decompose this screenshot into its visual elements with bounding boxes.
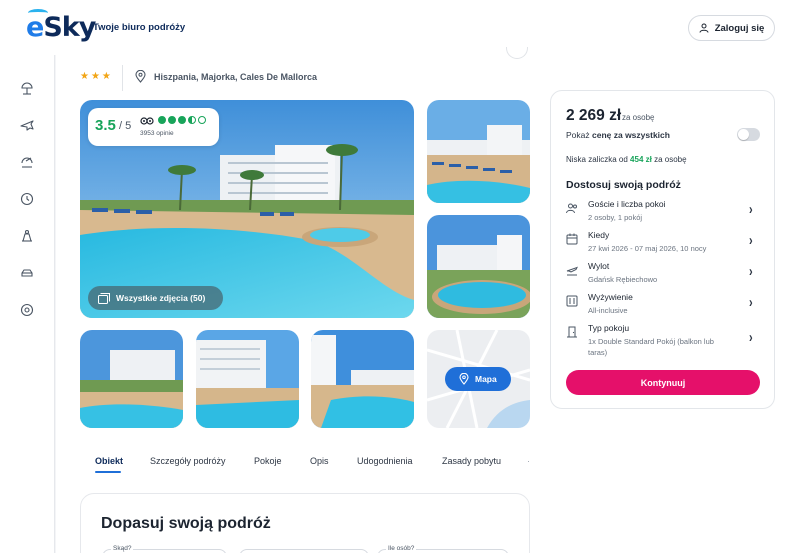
option-value: All-inclusive xyxy=(588,306,628,315)
option-value: 27 kwi 2026 - 07 maj 2026, 10 nocy xyxy=(588,244,707,253)
rating-scale: / 5 xyxy=(119,120,132,132)
rating-dots xyxy=(158,116,206,124)
option-value: Gdańsk Rębiechowo xyxy=(588,275,658,284)
map-pin-icon xyxy=(459,373,469,385)
logo-swoosh xyxy=(28,9,48,17)
people-field-label: Ile osób? xyxy=(386,545,417,552)
map-label: Mapa xyxy=(475,374,497,384)
divider xyxy=(122,65,123,91)
rating-dot-full xyxy=(168,116,176,124)
login-label: Zaloguj się xyxy=(714,22,765,34)
hotel-photo-3[interactable] xyxy=(427,215,530,318)
plane-icon[interactable] xyxy=(18,116,36,134)
rating-score: 3.5 xyxy=(95,117,116,134)
option-title: Wyżywienie xyxy=(588,292,633,302)
location-pin-icon xyxy=(135,70,146,83)
deposit-prefix: Niska zaliczka od xyxy=(566,155,628,164)
from-field[interactable]: Skąd? xyxy=(102,545,227,553)
rating-dot-full xyxy=(178,116,186,124)
date-field[interactable] xyxy=(239,549,369,553)
opinions-count: 3953 opinie xyxy=(140,130,174,137)
tripadvisor-owl-icon xyxy=(140,117,154,125)
tab-zasady-pobytu[interactable]: Zasady pobytu xyxy=(442,456,501,466)
option-title: Typ pokoju xyxy=(588,323,630,333)
chevron-right-icon: › xyxy=(749,295,753,311)
option-dates[interactable]: Kiedy 27 kwi 2026 - 07 maj 2026, 10 nocy… xyxy=(566,230,766,256)
option-departure[interactable]: Wylot Gdańsk Rębiechowo › xyxy=(566,261,766,287)
hotel-plane-icon[interactable] xyxy=(18,153,36,171)
deposit-info: Niska zaliczka od 454 zł za osobę xyxy=(566,155,687,164)
option-title: Wylot xyxy=(588,261,610,271)
toggle-prefix: Pokaż xyxy=(566,130,590,140)
option-title: Goście i liczba pokoi xyxy=(588,199,666,209)
deposit-suffix: za osobę xyxy=(654,155,687,164)
total-price-toggle-label: Pokaż cenę za wszystkich xyxy=(566,130,670,140)
section-tabs: Obiekt Szczegóły podróży Pokoje Opis Udo… xyxy=(80,452,535,476)
price: 2 269 zł xyxy=(566,107,622,124)
from-field-label: Skąd? xyxy=(111,545,134,552)
chevron-right-icon: › xyxy=(749,202,753,218)
tab-szczegoly-podrozy[interactable]: Szczegóły podróży xyxy=(150,456,226,466)
tagline: Twoje biuro podróży xyxy=(93,22,186,33)
guests-icon xyxy=(566,203,577,214)
all-photos-button[interactable]: Wszystkie zdjęcia (50) xyxy=(88,286,223,310)
trip-form-card: Dopasuj swoją podróż Skąd? Ile osób? xyxy=(80,493,530,553)
toggle-knob xyxy=(738,129,749,140)
location-text: Hiszpania, Majorka, Cales De Mallorca xyxy=(154,71,318,82)
clock-icon[interactable] xyxy=(18,190,36,208)
option-meal[interactable]: Wyżywienie All-inclusive › xyxy=(566,292,766,318)
hotel-location: Hiszpania, Majorka, Cales De Mallorca xyxy=(135,70,317,83)
rating-dot-full xyxy=(158,116,166,124)
option-room-type[interactable]: Typ pokoju 1x Double Standard Pokój (bal… xyxy=(566,323,766,359)
hotel-stars: ★★★ xyxy=(80,71,113,82)
car-icon[interactable] xyxy=(18,264,36,282)
hotel-photo-2[interactable] xyxy=(427,100,530,203)
price-per-person: za osobę xyxy=(622,113,655,122)
chevron-right-icon: › xyxy=(749,330,753,346)
customize-title: Dostosuj swoją podróż xyxy=(566,179,681,191)
login-button[interactable]: Zaloguj się xyxy=(688,15,775,41)
people-field[interactable]: Ile osób? xyxy=(377,545,509,553)
chevron-right-icon: › xyxy=(749,264,753,280)
logo-sky: Sky xyxy=(43,12,96,43)
departure-icon xyxy=(566,266,578,276)
tab-opis[interactable]: Opis xyxy=(310,456,329,466)
user-icon xyxy=(699,23,709,33)
tab-overflow[interactable]: · xyxy=(527,456,530,466)
beach-umbrella-icon[interactable] xyxy=(18,79,36,97)
option-value: 2 osoby, 1 pokój xyxy=(588,213,643,222)
option-title: Kiedy xyxy=(588,230,610,240)
meal-icon xyxy=(566,295,578,307)
continue-button[interactable]: Kontynuuj xyxy=(566,370,760,395)
tab-udogodnienia[interactable]: Udogodnienia xyxy=(357,456,413,466)
option-guests[interactable]: Goście i liczba pokoi 2 osoby, 1 pokój › xyxy=(566,199,766,225)
top-bar: eSky Twoje biuro podróży Zaloguj się xyxy=(0,0,800,55)
rating-dot-empty xyxy=(198,116,206,124)
settings-icon[interactable] xyxy=(18,301,36,319)
form-title: Dopasuj swoją podróż xyxy=(101,515,271,532)
rating-card[interactable]: 3.5 / 5 3953 opinie xyxy=(88,108,219,146)
calendar-icon xyxy=(566,233,578,245)
chevron-right-icon: › xyxy=(749,233,753,249)
total-price-toggle[interactable] xyxy=(737,128,760,141)
rating-dot-half xyxy=(188,116,196,124)
booking-card: 2 269 zł za osobę Pokaż cenę za wszystki… xyxy=(550,90,775,409)
map-button[interactable]: Mapa xyxy=(445,367,511,391)
tour-icon[interactable] xyxy=(18,227,36,245)
hotel-photo-6[interactable] xyxy=(311,330,414,428)
room-door-icon xyxy=(567,326,577,338)
hotel-photo-4[interactable] xyxy=(80,330,183,428)
hotel-photo-5[interactable] xyxy=(196,330,299,428)
tab-pokoje[interactable]: Pokoje xyxy=(254,456,282,466)
deposit-amount: 454 zł xyxy=(630,155,652,164)
side-nav xyxy=(0,55,55,553)
esky-logo[interactable]: eSky xyxy=(26,9,96,43)
option-value: 1x Double Standard Pokój (balkon lub tar… xyxy=(588,337,714,357)
gallery-icon xyxy=(98,292,110,304)
active-tab-indicator xyxy=(95,471,121,473)
all-photos-label: Wszystkie zdjęcia (50) xyxy=(116,293,206,303)
tab-obiekt[interactable]: Obiekt xyxy=(95,456,123,466)
toggle-bold: cenę za wszystkich xyxy=(592,130,670,140)
